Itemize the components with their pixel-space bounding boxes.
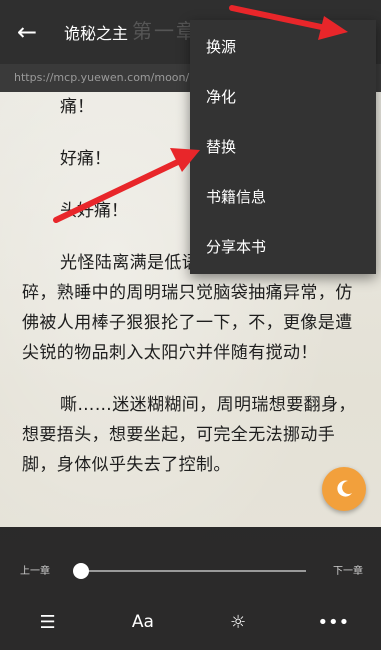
moon-icon [337, 480, 352, 497]
menu-item-share-book[interactable]: 分享本书 [190, 222, 376, 272]
more-settings-button[interactable]: ••• [313, 612, 353, 633]
menu-item-book-info[interactable]: 书籍信息 [190, 172, 376, 222]
night-mode-button[interactable] [322, 467, 366, 511]
arrow-left-icon: ← [16, 18, 38, 46]
bottom-control-panel: 上一章 下一章 ☰ Aa ☼ ••• [0, 527, 381, 650]
toolbar: ☰ Aa ☼ ••• [0, 607, 381, 637]
next-chapter-button[interactable]: 下一章 [333, 562, 363, 577]
font-icon: Aa [131, 612, 154, 632]
menu-item-change-source[interactable]: 换源 [190, 22, 376, 72]
progress-track[interactable] [80, 570, 306, 572]
more-icon: ••• [317, 611, 350, 633]
chapter-title: 第一章 [132, 19, 198, 43]
text-paragraph: 嘶……迷迷糊糊间，周明瑞想要翻身，想要捂头，想要坐起，可完全无法挪动手脚，身体似… [22, 395, 356, 475]
back-button[interactable]: ← [0, 0, 54, 64]
catalog-button[interactable]: ☰ [28, 612, 68, 633]
progress-thumb[interactable] [73, 563, 89, 579]
list-icon: ☰ [39, 611, 56, 633]
reading-page: 痛！ 好痛！ 头好痛！ 光怪陆离满是低语的梦境迅速支离破碎，熟睡中的周明瑞只觉脑… [0, 0, 381, 650]
prev-chapter-button[interactable]: 上一章 [20, 562, 50, 577]
menu-item-purify[interactable]: 净化 [190, 72, 376, 122]
overflow-menu: 换源 净化 替换 书籍信息 分享本书 [190, 20, 376, 274]
book-title: 诡秘之主 [64, 24, 129, 43]
brightness-button[interactable]: ☼ [218, 612, 258, 633]
chapter-seek-row: 上一章 下一章 [0, 558, 381, 584]
menu-item-replace[interactable]: 替换 [190, 122, 376, 172]
font-settings-button[interactable]: Aa [123, 612, 163, 632]
brightness-icon: ☼ [230, 611, 247, 633]
